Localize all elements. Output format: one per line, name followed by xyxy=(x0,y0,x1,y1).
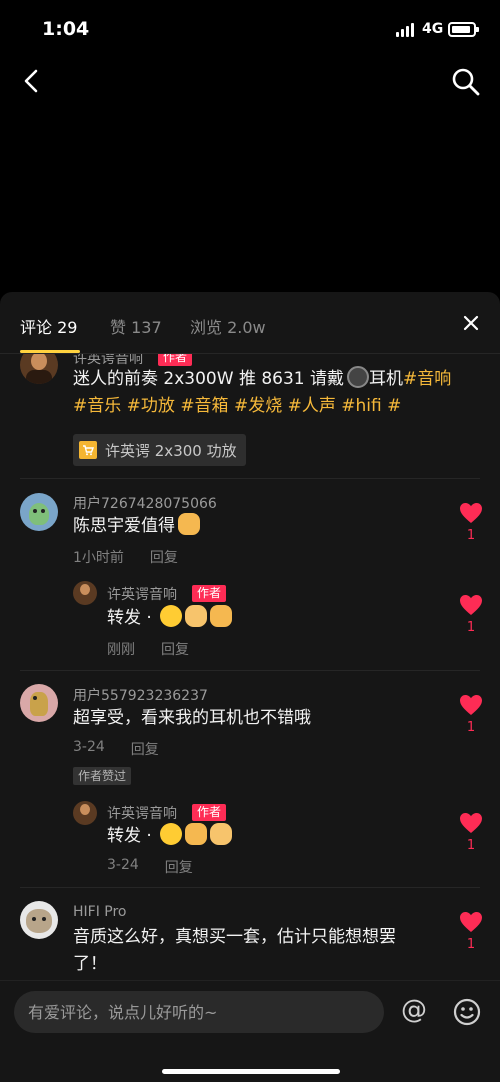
comment-meta: 3-24 回复 xyxy=(73,739,159,759)
author-badge: 作者 xyxy=(158,354,193,366)
reply-button[interactable]: 回复 xyxy=(161,639,189,659)
hashtag-fever[interactable]: #发烧 xyxy=(234,396,282,416)
user-avatar[interactable] xyxy=(20,901,58,939)
user-avatar[interactable] xyxy=(20,493,58,531)
reply-meta: 3-24 回复 xyxy=(107,857,193,877)
heart-icon xyxy=(460,503,482,523)
comments-sheet: 评论 29 赞 137 浏览 2.0w 许英谔音响 作者 迷人的前奏 2x300… xyxy=(0,292,500,1082)
like-count: 1 xyxy=(466,528,476,543)
hashtag-music[interactable]: #音乐 xyxy=(73,396,121,416)
author-avatar[interactable] xyxy=(73,581,97,605)
comment-text: 超享受，看来我的耳机也不错哦 xyxy=(73,708,311,728)
like-button[interactable]: 1 xyxy=(456,812,486,853)
tab-likes[interactable]: 赞 137 xyxy=(110,314,162,338)
reply-button[interactable]: 回复 xyxy=(131,739,159,759)
hashtag-vocal[interactable]: #人声 xyxy=(288,396,336,416)
comment-time: 1小时前 xyxy=(73,550,124,566)
reply-user-name[interactable]: 许英谔音响 xyxy=(107,584,177,604)
comment-time: 3-24 xyxy=(73,739,105,755)
like-count: 1 xyxy=(466,937,476,952)
comment-list: 许英谔音响 作者 迷人的前奏 2x300W 推 8631 请戴 耳机#音响 #音乐… xyxy=(0,354,500,982)
post-caption: 迷人的前奏 2x300W 推 8631 请戴 耳机#音响 #音乐 #功放 #音箱 … xyxy=(73,366,453,420)
headset-icon xyxy=(347,366,370,388)
comment-body-line-1: 音质这么好，真想买一套，估计只能想想罢 xyxy=(73,927,396,947)
mention-button[interactable]: @ xyxy=(398,995,430,1027)
hashtag-audio[interactable]: #音响 xyxy=(403,369,451,389)
like-button[interactable]: 1 xyxy=(456,594,486,635)
comment-input-bar: @ xyxy=(0,980,500,1082)
reply-body: 转发 · xyxy=(107,608,152,628)
like-count: 1 xyxy=(466,620,476,635)
reply-text: 转发 · xyxy=(107,605,233,632)
author-badge: 作者 xyxy=(192,804,227,821)
comment-user-name[interactable]: 用户7267428075066 xyxy=(73,493,217,513)
hashtag-hifi[interactable]: #hifi xyxy=(341,396,381,416)
product-tag[interactable]: 许英谔 2x300 功放 xyxy=(73,434,246,466)
signal-icon xyxy=(396,23,414,37)
reply-time: 3-24 xyxy=(107,857,139,873)
comment-body-line-2: 了！ xyxy=(73,954,107,974)
tab-comments[interactable]: 评论 29 xyxy=(20,314,77,338)
heart-icon xyxy=(460,695,482,715)
comment-text: 音质这么好，真想买一套，估计只能想想罢 了！ xyxy=(73,924,443,978)
caption-text: 迷人的前奏 2x300W 推 8631 请戴 xyxy=(73,369,345,389)
heart-icon xyxy=(460,912,482,932)
battery-icon xyxy=(448,22,479,37)
thumbs-up-icon xyxy=(178,513,200,535)
comment-body: 陈思宇爱值得 xyxy=(73,516,175,536)
reply-text: 转发 · xyxy=(107,823,233,850)
hashtag-empty[interactable]: # xyxy=(387,396,401,416)
like-button[interactable]: 1 xyxy=(456,911,486,952)
status-time: 1:04 xyxy=(42,18,90,40)
like-button[interactable]: 1 xyxy=(456,502,486,543)
cart-icon xyxy=(79,441,97,459)
search-icon[interactable] xyxy=(450,66,482,98)
network-type: 4G xyxy=(422,21,444,37)
caption-text-2: 耳机 xyxy=(369,369,404,389)
thumbs-up-icon xyxy=(185,823,208,845)
comment-user-name[interactable]: 用户557923236237 xyxy=(73,685,208,705)
back-icon[interactable] xyxy=(18,66,48,96)
grinning-face-icon xyxy=(160,823,183,845)
heart-icon xyxy=(460,595,482,615)
clapping-hands-icon xyxy=(185,605,208,627)
tab-bar: 评论 29 赞 137 浏览 2.0w xyxy=(0,292,500,354)
author-avatar[interactable] xyxy=(20,354,58,384)
author-badge: 作者 xyxy=(192,585,227,602)
comment-user-name[interactable]: HIFI Pro xyxy=(73,904,127,920)
reply-button[interactable]: 回复 xyxy=(165,857,193,877)
comment-text: 陈思宇爱值得 xyxy=(73,513,200,540)
divider xyxy=(20,478,480,479)
user-avatar[interactable] xyxy=(20,684,58,722)
author-liked-badge: 作者赞过 xyxy=(73,767,132,785)
hashtag-amp[interactable]: #功放 xyxy=(127,396,175,416)
reply-button[interactable]: 回复 xyxy=(150,547,178,567)
reply-body: 转发 · xyxy=(107,826,152,846)
close-icon[interactable] xyxy=(462,314,480,332)
divider xyxy=(20,670,480,671)
product-tag-label: 许英谔 2x300 功放 xyxy=(105,441,237,460)
grinning-face-icon xyxy=(160,605,183,627)
like-count: 1 xyxy=(466,720,476,735)
clapping-hands-icon xyxy=(210,823,233,845)
comment-meta: 1小时前 回复 xyxy=(73,547,178,567)
home-indicator xyxy=(162,1069,340,1074)
top-nav xyxy=(0,60,500,104)
comment-input[interactable] xyxy=(14,991,384,1033)
like-button[interactable]: 1 xyxy=(456,694,486,735)
active-tab-indicator xyxy=(20,350,80,353)
heart-icon xyxy=(460,813,482,833)
reply-user-name[interactable]: 许英谔音响 xyxy=(107,803,177,823)
thumbs-up-icon xyxy=(210,605,233,627)
hashtag-speaker[interactable]: #音箱 xyxy=(180,396,228,416)
author-avatar[interactable] xyxy=(73,801,97,825)
reply-meta: 刚刚 回复 xyxy=(107,639,189,659)
emoji-picker-icon[interactable] xyxy=(452,997,482,1027)
reply-time: 刚刚 xyxy=(107,642,135,658)
tab-views[interactable]: 浏览 2.0w xyxy=(190,314,266,338)
like-count: 1 xyxy=(466,838,476,853)
divider xyxy=(20,887,480,888)
status-bar: 1:04 4G xyxy=(0,0,500,60)
